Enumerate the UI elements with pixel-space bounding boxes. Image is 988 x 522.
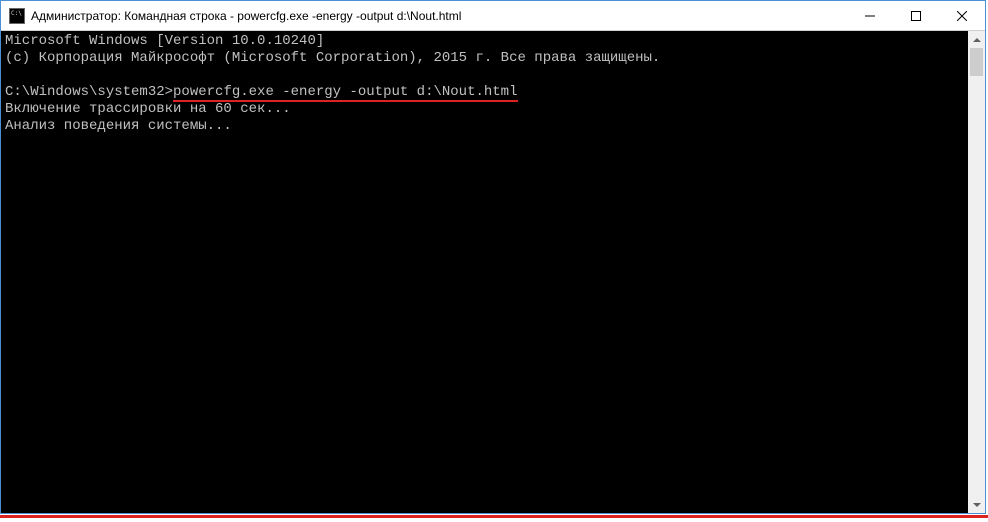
scroll-down-button[interactable]: [968, 496, 985, 513]
minimize-button[interactable]: [847, 1, 893, 30]
close-icon: [957, 11, 967, 21]
prompt-text: C:\Windows\system32>: [5, 84, 173, 100]
vertical-scrollbar[interactable]: [968, 31, 985, 513]
output-line: (c) Корпорация Майкрософт (Microsoft Cor…: [5, 50, 660, 66]
chevron-up-icon: [973, 38, 981, 42]
window-controls: [847, 1, 985, 30]
close-button[interactable]: [939, 1, 985, 30]
minimize-icon: [865, 11, 875, 21]
window-title: Администратор: Командная строка - powerc…: [31, 9, 847, 23]
command-text: powercfg.exe -energy -output d:\Nout.htm…: [173, 84, 517, 102]
maximize-icon: [911, 11, 921, 21]
output-line: Включение трассировки на 60 сек...: [5, 101, 291, 117]
scroll-up-button[interactable]: [968, 31, 985, 48]
maximize-button[interactable]: [893, 1, 939, 30]
command-prompt-window: Администратор: Командная строка - powerc…: [0, 0, 986, 514]
chevron-down-icon: [973, 503, 981, 507]
console-area: Microsoft Windows [Version 10.0.10240] (…: [1, 31, 985, 513]
scrollbar-thumb[interactable]: [970, 48, 983, 76]
cmd-icon: [9, 8, 25, 24]
console-output[interactable]: Microsoft Windows [Version 10.0.10240] (…: [1, 31, 968, 513]
titlebar[interactable]: Администратор: Командная строка - powerc…: [1, 1, 985, 31]
output-line: Анализ поведения системы...: [5, 118, 232, 134]
output-line: Microsoft Windows [Version 10.0.10240]: [5, 33, 324, 49]
annotation-underline: [0, 515, 988, 518]
scrollbar-track[interactable]: [968, 48, 985, 496]
